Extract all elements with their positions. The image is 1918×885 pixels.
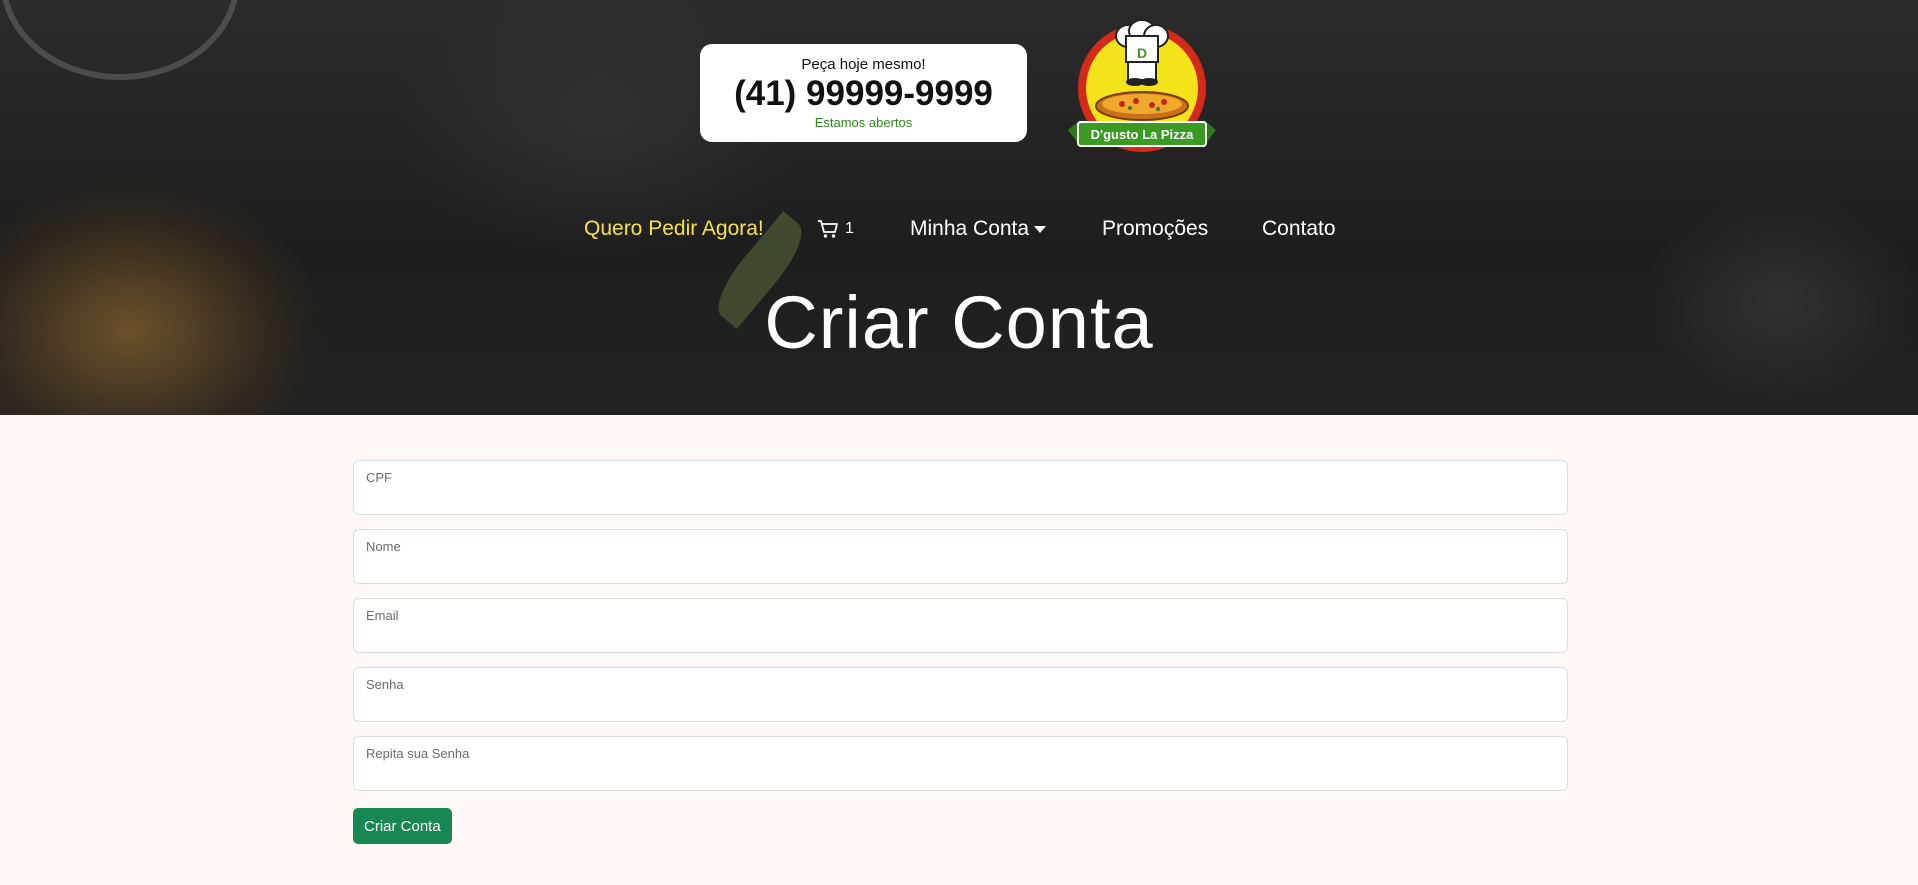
nav-my-account-dropdown[interactable]: Minha Conta xyxy=(910,213,1047,245)
create-account-form: CPF Nome Email Senha Repita sua Senha Cr… xyxy=(353,460,1568,844)
hero-banner: Peça hoje mesmo! (41) 99999-9999 Estamos… xyxy=(0,0,1918,415)
create-account-button[interactable]: Criar Conta xyxy=(353,808,452,844)
nav-order-now[interactable]: Quero Pedir Agora! xyxy=(584,213,764,245)
email-input[interactable] xyxy=(366,625,1546,647)
brand-logo[interactable]: D D'gusto La Pizza xyxy=(1064,18,1224,160)
nav-my-account-label: Minha Conta xyxy=(910,217,1030,240)
confirm-password-input[interactable] xyxy=(366,763,1546,785)
name-label: Nome xyxy=(366,539,401,554)
password-field[interactable]: Senha xyxy=(353,667,1568,722)
phone-card: Peça hoje mesmo! (41) 99999-9999 Estamos… xyxy=(700,44,1027,142)
logo-badge-letter: D xyxy=(1137,45,1147,61)
name-input[interactable] xyxy=(366,556,1546,578)
cpf-field[interactable]: CPF xyxy=(353,460,1568,515)
cart-count: 1 xyxy=(845,220,854,237)
page-title: Criar Conta xyxy=(764,281,1154,364)
open-status: Estamos abertos xyxy=(814,115,913,130)
nav-promotions[interactable]: Promoções xyxy=(1102,213,1208,245)
nav-cart[interactable]: 1 xyxy=(817,213,854,245)
name-field[interactable]: Nome xyxy=(353,529,1568,584)
email-field[interactable]: Email xyxy=(353,598,1568,653)
nav-contact[interactable]: Contato xyxy=(1262,213,1336,245)
background-decoration xyxy=(0,0,240,80)
email-label: Email xyxy=(366,608,399,623)
main-nav: Quero Pedir Agora! 1 Minha Conta Promoçõ… xyxy=(0,213,1918,247)
chevron-down-icon xyxy=(1034,225,1047,233)
phone-number[interactable]: (41) 99999-9999 xyxy=(700,74,1027,114)
cart-icon xyxy=(818,220,838,238)
logo-text: D'gusto La Pizza xyxy=(1091,127,1195,142)
confirm-password-field[interactable]: Repita sua Senha xyxy=(353,736,1568,791)
phone-card-tagline: Peça hoje mesmo! xyxy=(801,56,926,73)
password-label: Senha xyxy=(366,677,404,692)
cpf-label: CPF xyxy=(366,470,392,485)
confirm-password-label: Repita sua Senha xyxy=(366,746,470,761)
password-input[interactable] xyxy=(366,694,1546,716)
cpf-input[interactable] xyxy=(366,487,1546,509)
